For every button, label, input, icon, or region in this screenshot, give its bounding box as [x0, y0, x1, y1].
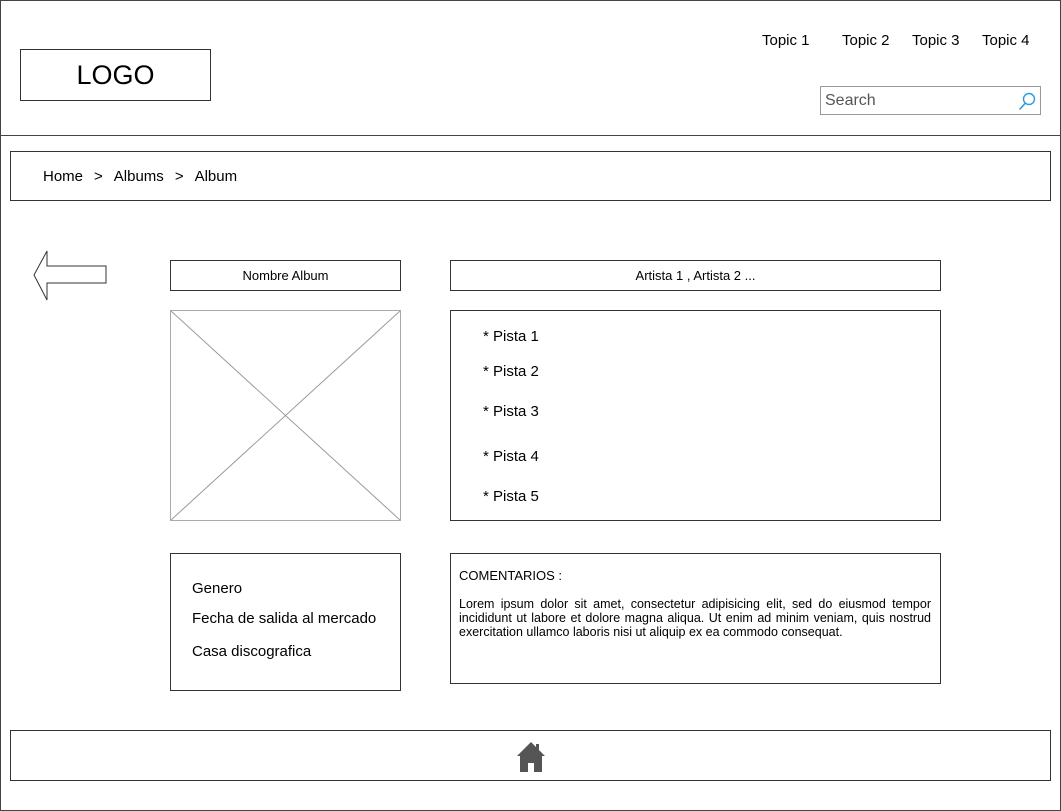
home-icon[interactable] — [516, 741, 546, 773]
album-name-box: Nombre Album — [170, 260, 401, 291]
info-record-label: Casa discografica — [192, 643, 312, 660]
logo-text: LOGO — [76, 59, 155, 90]
breadcrumb-separator: > — [174, 167, 184, 185]
header-divider — [0, 135, 1061, 136]
search-input[interactable] — [825, 90, 1010, 112]
nav-topic-1[interactable]: Topic 1 — [762, 32, 810, 49]
nav-topic-3[interactable]: Topic 3 — [912, 32, 960, 49]
track-list: * Pista 1 * Pista 2 * Pista 3 * Pista 4 … — [450, 310, 941, 521]
info-release-date: Fecha de salida al mercado — [192, 610, 377, 627]
breadcrumb-albums[interactable]: Albums — [114, 168, 164, 185]
comments-label: COMENTARIOS : — [459, 568, 563, 583]
album-artists-box: Artista 1 , Artista 2 ... — [450, 260, 941, 291]
track-item[interactable]: * Pista 1 — [483, 328, 539, 345]
album-cover — [170, 310, 401, 521]
logo[interactable]: LOGO — [20, 49, 211, 101]
breadcrumb-home[interactable]: Home — [43, 168, 83, 185]
breadcrumb-album: Album — [194, 167, 238, 185]
track-item[interactable]: * Pista 5 — [483, 488, 539, 505]
comments-text: Lorem ipsum dolor sit amet, consectetur … — [459, 597, 931, 639]
footer — [10, 730, 1051, 781]
track-item[interactable]: * Pista 4 — [483, 448, 539, 465]
track-item[interactable]: * Pista 3 — [483, 403, 539, 420]
album-artists: Artista 1 , Artista 2 ... — [635, 268, 756, 283]
image-placeholder-icon — [171, 311, 400, 520]
nav-topic-4[interactable]: Topic 4 — [982, 32, 1030, 49]
nav-topic-2[interactable]: Topic 2 — [842, 32, 890, 49]
track-item[interactable]: * Pista 2 — [483, 363, 539, 380]
back-arrow-icon[interactable] — [33, 250, 109, 302]
album-info: Genero Fecha de salida al mercado Casa d… — [170, 553, 401, 691]
search-icon[interactable] — [1017, 91, 1037, 111]
breadcrumb-separator: > — [94, 167, 103, 185]
breadcrumb: Home > Albums > Album — [10, 151, 1051, 201]
comments-box: COMENTARIOS : Lorem ipsum dolor sit amet… — [450, 553, 941, 684]
search-box — [820, 86, 1041, 115]
info-genre: Genero — [192, 580, 243, 597]
album-name: Nombre Album — [242, 268, 329, 283]
